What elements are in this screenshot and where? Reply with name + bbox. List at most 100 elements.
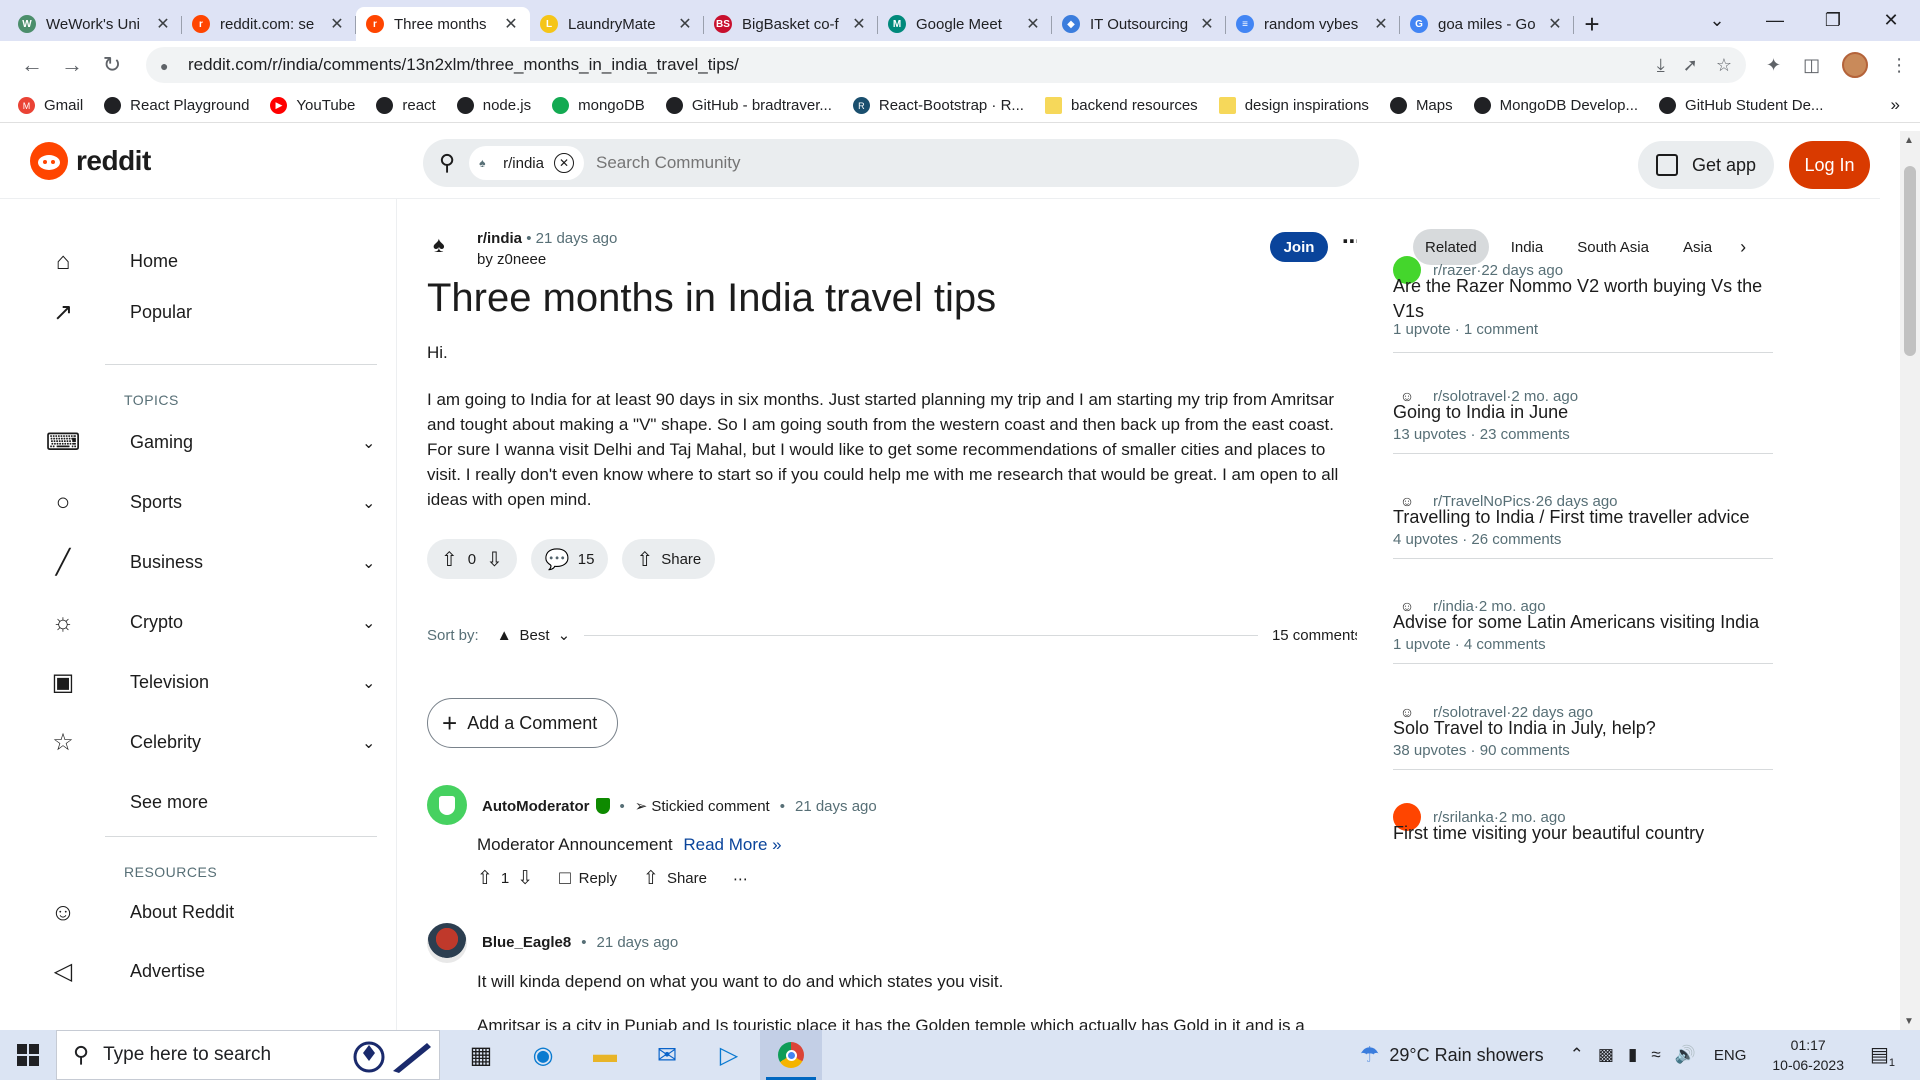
sidebar-item-about-reddit[interactable]: ☺ About Reddit xyxy=(51,899,234,926)
sidebar-item-business[interactable]: ╱ Business ⌄ xyxy=(56,549,376,576)
comment-username[interactable]: Blue_Eagle8 xyxy=(482,934,571,951)
meet-now-icon[interactable]: ▩ xyxy=(1598,1045,1614,1065)
weather-widget[interactable]: ☂ 29°C Rain showers xyxy=(1360,1042,1544,1068)
forward-button[interactable]: → xyxy=(52,45,92,85)
extensions-puzzle-icon[interactable]: ✦ xyxy=(1766,55,1781,76)
scroll-up-icon[interactable]: ▲ xyxy=(1904,135,1914,146)
blue-eagle-avatar[interactable] xyxy=(427,923,467,963)
related-post-title[interactable]: Solo Travel to India in July, help? xyxy=(1393,716,1773,741)
profile-avatar[interactable] xyxy=(1842,52,1869,78)
sort-dropdown[interactable]: ▲ Best ⌄ xyxy=(497,626,570,645)
related-post-title[interactable]: Advise for some Latin Americans visiting… xyxy=(1393,610,1773,635)
comment-username[interactable]: AutoModerator xyxy=(482,798,590,815)
tab-close-icon[interactable]: ✕ xyxy=(676,14,694,34)
subreddit-link[interactable]: r/india xyxy=(477,230,522,247)
language-indicator[interactable]: ENG xyxy=(1714,1047,1747,1064)
scrollbar-thumb[interactable] xyxy=(1904,166,1916,356)
bookmark-item[interactable]: GitHub Student De... xyxy=(1659,97,1823,114)
reply-button[interactable]: □ Reply xyxy=(559,868,617,890)
bookmark-item[interactable]: MongoDB Develop... xyxy=(1473,97,1638,114)
downvote-icon[interactable]: ⇩ xyxy=(517,867,533,890)
browser-tab[interactable]: ◆ IT Outsourcing ✕ xyxy=(1052,7,1226,41)
chrome-menu-icon[interactable]: ⋮ xyxy=(1890,55,1908,76)
login-button[interactable]: Log In xyxy=(1789,141,1870,189)
share-button[interactable]: ⇧ Share xyxy=(622,539,716,579)
add-comment-button[interactable]: + Add a Comment xyxy=(427,698,619,748)
related-post-title[interactable]: Travelling to India / First time travell… xyxy=(1393,505,1773,530)
related-post-title[interactable]: Going to India in June xyxy=(1393,400,1773,425)
chevron-right-icon[interactable]: › xyxy=(1740,237,1746,258)
vscode-icon[interactable]: ▷ xyxy=(698,1030,760,1080)
close-window-button[interactable]: ✕ xyxy=(1862,0,1920,41)
sidebar-item-television[interactable]: ▣ Television ⌄ xyxy=(52,669,376,696)
join-button[interactable]: Join xyxy=(1270,232,1328,262)
tab-related-asia[interactable]: Asia xyxy=(1671,229,1724,265)
community-filter-chip[interactable]: ♠ r/india ✕ xyxy=(469,146,584,180)
tab-close-icon[interactable]: ✕ xyxy=(1372,14,1390,34)
battery-icon[interactable]: ▮ xyxy=(1628,1045,1637,1065)
bookmark-item[interactable]: react xyxy=(376,97,436,114)
comments-button[interactable]: 💬 15 xyxy=(530,539,609,579)
chevron-down-icon[interactable]: ⌄ xyxy=(362,733,375,753)
read-more-link[interactable]: Read More » xyxy=(683,835,781,854)
tab-related-south-asia[interactable]: South Asia xyxy=(1565,229,1661,265)
bookmarks-overflow-icon[interactable]: » xyxy=(1891,95,1900,115)
mail-icon[interactable]: ✉ xyxy=(636,1030,698,1080)
browser-tab[interactable]: Ggoa miles - Go ✕ xyxy=(1400,7,1574,41)
get-app-button[interactable]: Get app xyxy=(1638,141,1775,189)
bookmark-item[interactable]: Maps xyxy=(1389,97,1453,114)
post-options-icon[interactable]: ⋯ xyxy=(1342,229,1357,254)
tab-close-icon[interactable]: ✕ xyxy=(154,14,172,34)
tab-close-icon[interactable]: ✕ xyxy=(1198,14,1216,34)
file-explorer-icon[interactable]: ▬ xyxy=(574,1030,636,1080)
downvote-icon[interactable]: ⇩ xyxy=(486,547,503,572)
maximize-button[interactable]: ❐ xyxy=(1804,0,1862,41)
related-post-title[interactable]: Are the Razer Nommo V2 worth buying Vs t… xyxy=(1393,274,1773,324)
bookmark-star-icon[interactable]: ☆ xyxy=(1716,55,1732,76)
chevron-down-icon[interactable]: ⌄ xyxy=(362,433,375,453)
browser-tab[interactable]: M Google Meet ✕ xyxy=(878,7,1052,41)
see-more-button[interactable]: See more xyxy=(130,792,208,813)
related-post-title[interactable]: First time visiting your beautiful count… xyxy=(1393,821,1773,846)
tab-close-icon[interactable]: ✕ xyxy=(502,14,520,34)
bookmark-item[interactable]: design inspirations xyxy=(1218,97,1369,114)
edge-icon[interactable]: ◉ xyxy=(512,1030,574,1080)
bookmark-item[interactable]: React Playground xyxy=(104,97,249,114)
comment-options-icon[interactable]: ⋯ xyxy=(733,870,748,888)
start-button[interactable] xyxy=(0,1030,56,1080)
chevron-down-icon[interactable]: ⌄ xyxy=(362,613,375,633)
search-bar[interactable]: ⚲ ♠ r/india ✕ xyxy=(423,139,1359,187)
minimize-button[interactable]: — xyxy=(1746,0,1804,41)
chevron-down-icon[interactable]: ⌄ xyxy=(362,493,375,513)
post-author[interactable]: by z0neee xyxy=(477,251,546,268)
bookmark-item[interactable]: node.js xyxy=(456,97,531,114)
share-icon[interactable]: ➚ xyxy=(1683,55,1698,76)
browser-tab[interactable]: BS BigBasket co-f ✕ xyxy=(704,7,878,41)
browser-tab[interactable]: L LaundryMate ✕ xyxy=(530,7,704,41)
subreddit-avatar[interactable]: ♠ xyxy=(433,232,465,264)
chevron-down-icon[interactable]: ⌄ xyxy=(362,553,375,573)
comment-share-button[interactable]: ⇧ Share xyxy=(643,867,707,890)
upvote-icon[interactable]: ⇧ xyxy=(441,547,458,572)
browser-tab[interactable]: r reddit.com: se ✕ xyxy=(182,7,356,41)
bookmark-item[interactable]: backend resources xyxy=(1044,97,1198,114)
page-scrollbar[interactable]: ▲ ▼ xyxy=(1900,131,1920,1031)
back-button[interactable]: ← xyxy=(12,45,52,85)
clear-chip-icon[interactable]: ✕ xyxy=(553,153,574,173)
scroll-down-icon[interactable]: ▼ xyxy=(1904,1016,1914,1027)
reload-button[interactable]: ↻ xyxy=(92,45,132,85)
sidebar-item-popular[interactable]: ↗ Popular xyxy=(53,299,192,326)
search-input[interactable] xyxy=(595,153,1096,173)
notification-center-icon[interactable]: ▤1 xyxy=(1870,1042,1910,1069)
chevron-down-icon[interactable]: ⌄ xyxy=(362,673,375,693)
bookmark-item[interactable]: mongoDB xyxy=(552,97,645,114)
volume-icon[interactable]: 🔊 xyxy=(1675,1045,1696,1065)
side-panel-icon[interactable]: ◫ xyxy=(1803,55,1820,76)
sidebar-item-home[interactable]: ⌂ Home xyxy=(56,248,178,275)
clock[interactable]: 01:17 10-06-2023 xyxy=(1772,1035,1844,1075)
bookmark-item[interactable]: ▶ YouTube xyxy=(270,97,355,114)
install-icon[interactable]: ⤓ xyxy=(1657,55,1665,76)
browser-tab[interactable]: r Three months ✕ xyxy=(356,7,530,41)
browser-tab[interactable]: W WeWork's Uni ✕ xyxy=(8,7,182,41)
taskbar-search[interactable]: ⚲ Type here to search xyxy=(56,1030,440,1080)
